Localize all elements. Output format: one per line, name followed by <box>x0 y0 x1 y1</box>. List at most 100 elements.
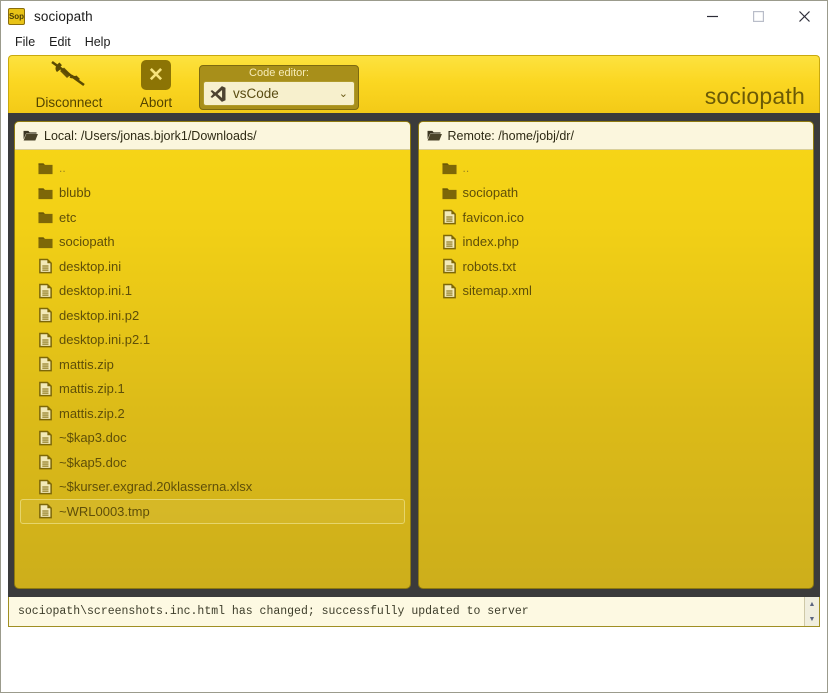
folder-icon <box>38 163 53 175</box>
code-editor-value: vsCode <box>233 86 279 101</box>
toolbar: Disconnect ✕ Abort Code editor: vsCode ⌄… <box>8 55 820 113</box>
menu-edit[interactable]: Edit <box>42 33 78 51</box>
file-row[interactable]: ~$kap5.doc <box>20 450 405 475</box>
dual-pane-area: Local: /Users/jonas.bjork1/Downloads/ ..… <box>8 113 820 598</box>
code-editor-group: Code editor: vsCode ⌄ <box>199 65 359 110</box>
app-window: Sop sociopath File Edit Help Disconnect … <box>0 0 828 693</box>
abort-icon-wrap: ✕ <box>127 56 185 94</box>
folder-open-icon <box>427 130 442 141</box>
status-bar: sociopath\screenshots.inc.html has chang… <box>8 597 820 628</box>
abort-label: Abort <box>139 95 173 110</box>
code-editor-caption: Code editor: <box>249 67 309 79</box>
file-row[interactable]: blubb <box>20 181 405 206</box>
file-name: .. <box>462 161 470 176</box>
remote-path-label: Remote: /home/jobj/dr/ <box>447 128 574 143</box>
log-scrollbar[interactable]: ▲ ▼ <box>804 597 819 627</box>
file-row[interactable]: desktop.ini.1 <box>20 279 405 304</box>
file-icon <box>442 258 456 274</box>
folder-open-icon <box>23 130 38 141</box>
file-icon <box>39 283 52 299</box>
file-name: desktop.ini.1 <box>59 283 132 299</box>
scroll-up-icon[interactable]: ▲ <box>805 597 819 612</box>
file-icon <box>39 454 52 470</box>
file-icon <box>39 258 52 274</box>
menu-bar: File Edit Help <box>1 31 827 53</box>
file-row[interactable]: mattis.zip <box>20 352 405 377</box>
file-icon <box>39 332 52 348</box>
file-icon <box>39 430 52 446</box>
file-row[interactable]: ~$kap3.doc <box>20 426 405 451</box>
folder-icon <box>441 163 457 175</box>
file-name: mattis.zip.2 <box>59 405 125 421</box>
file-name: desktop.ini <box>59 258 122 274</box>
x-mark-icon: ✕ <box>141 60 171 90</box>
file-icon <box>39 381 52 397</box>
local-file-list[interactable]: .. blubb etc sociopath desktop.ini desktop.in… <box>15 150 410 588</box>
file-row[interactable]: index.php <box>424 230 809 255</box>
file-row[interactable]: desktop.ini.p2 <box>20 303 405 328</box>
disconnect-button[interactable]: Disconnect <box>23 56 115 113</box>
file-row[interactable]: favicon.ico <box>424 205 809 230</box>
window-controls <box>689 1 827 31</box>
file-row[interactable]: sitemap.xml <box>424 279 809 304</box>
menu-help[interactable]: Help <box>78 33 118 51</box>
menu-file[interactable]: File <box>8 33 42 51</box>
file-icon <box>39 356 52 372</box>
local-panel: Local: /Users/jonas.bjork1/Downloads/ ..… <box>14 121 411 590</box>
maximize-button[interactable] <box>735 1 781 31</box>
folder-icon <box>38 237 53 248</box>
file-row[interactable]: desktop.ini.p2.1 <box>20 328 405 353</box>
close-button[interactable] <box>781 1 827 31</box>
vscode-logo-icon <box>210 85 226 102</box>
code-editor-select[interactable]: vsCode ⌄ <box>203 81 355 106</box>
file-name: robots.txt <box>462 258 516 274</box>
file-row[interactable]: mattis.zip.2 <box>20 401 405 426</box>
file-name: desktop.ini.p2.1 <box>59 332 151 348</box>
file-icon <box>442 234 456 250</box>
scroll-down-icon[interactable]: ▼ <box>805 612 819 627</box>
remote-file-list[interactable]: .. sociopath favicon.ico index.php robots.tx… <box>419 150 814 588</box>
file-name: ~$kap3.doc <box>59 430 127 446</box>
remote-panel-header: Remote: /home/jobj/dr/ <box>418 122 813 150</box>
file-row[interactable]: ~$kurser.exgrad.20klasserna.xlsx <box>20 475 405 500</box>
local-path-label: Local: /Users/jonas.bjork1/Downloads/ <box>44 128 257 143</box>
local-panel-header: Local: /Users/jonas.bjork1/Downloads/ <box>15 122 410 150</box>
file-name: favicon.ico <box>462 209 524 225</box>
folder-icon <box>38 212 53 224</box>
file-name: sociopath <box>462 185 519 201</box>
file-row[interactable]: ~WRL0003.tmp <box>20 499 405 524</box>
file-name: mattis.zip.1 <box>59 381 125 397</box>
file-icon <box>442 209 456 225</box>
phone-hangup-icon <box>23 56 115 94</box>
file-row[interactable]: .. <box>20 156 405 181</box>
file-name: ~$kurser.exgrad.20klasserna.xlsx <box>59 479 253 495</box>
file-row[interactable]: sociopath <box>20 230 405 255</box>
file-name: desktop.ini.p2 <box>59 307 140 323</box>
file-name: sitemap.xml <box>462 283 532 299</box>
file-name: ~WRL0003.tmp <box>59 503 150 519</box>
file-name: sociopath <box>59 234 115 250</box>
file-row[interactable]: etc <box>20 205 405 230</box>
file-name: ~$kap5.doc <box>59 454 127 470</box>
file-row[interactable]: desktop.ini <box>20 254 405 279</box>
file-row[interactable]: .. <box>424 156 809 181</box>
brand-wordmark: sociopath <box>704 83 805 109</box>
folder-icon <box>441 188 457 199</box>
file-name: mattis.zip <box>59 356 114 372</box>
file-name: index.php <box>462 234 519 250</box>
remote-panel: Remote: /home/jobj/dr/ .. sociopath favico… <box>417 121 814 590</box>
file-row[interactable]: robots.txt <box>424 254 809 279</box>
window-title: sociopath <box>34 8 93 24</box>
file-icon <box>39 307 52 323</box>
file-row[interactable]: sociopath <box>424 181 809 206</box>
abort-button[interactable]: ✕ Abort <box>127 56 185 113</box>
log-message: sociopath\screenshots.inc.html has chang… <box>18 605 529 619</box>
minimize-button[interactable] <box>689 1 735 31</box>
file-name: etc <box>59 209 77 225</box>
folder-icon <box>38 188 53 199</box>
file-icon <box>39 503 52 519</box>
window-bottom-padding <box>1 627 827 692</box>
disconnect-label: Disconnect <box>35 95 103 110</box>
chevron-down-icon: ⌄ <box>338 88 348 100</box>
file-row[interactable]: mattis.zip.1 <box>20 377 405 402</box>
